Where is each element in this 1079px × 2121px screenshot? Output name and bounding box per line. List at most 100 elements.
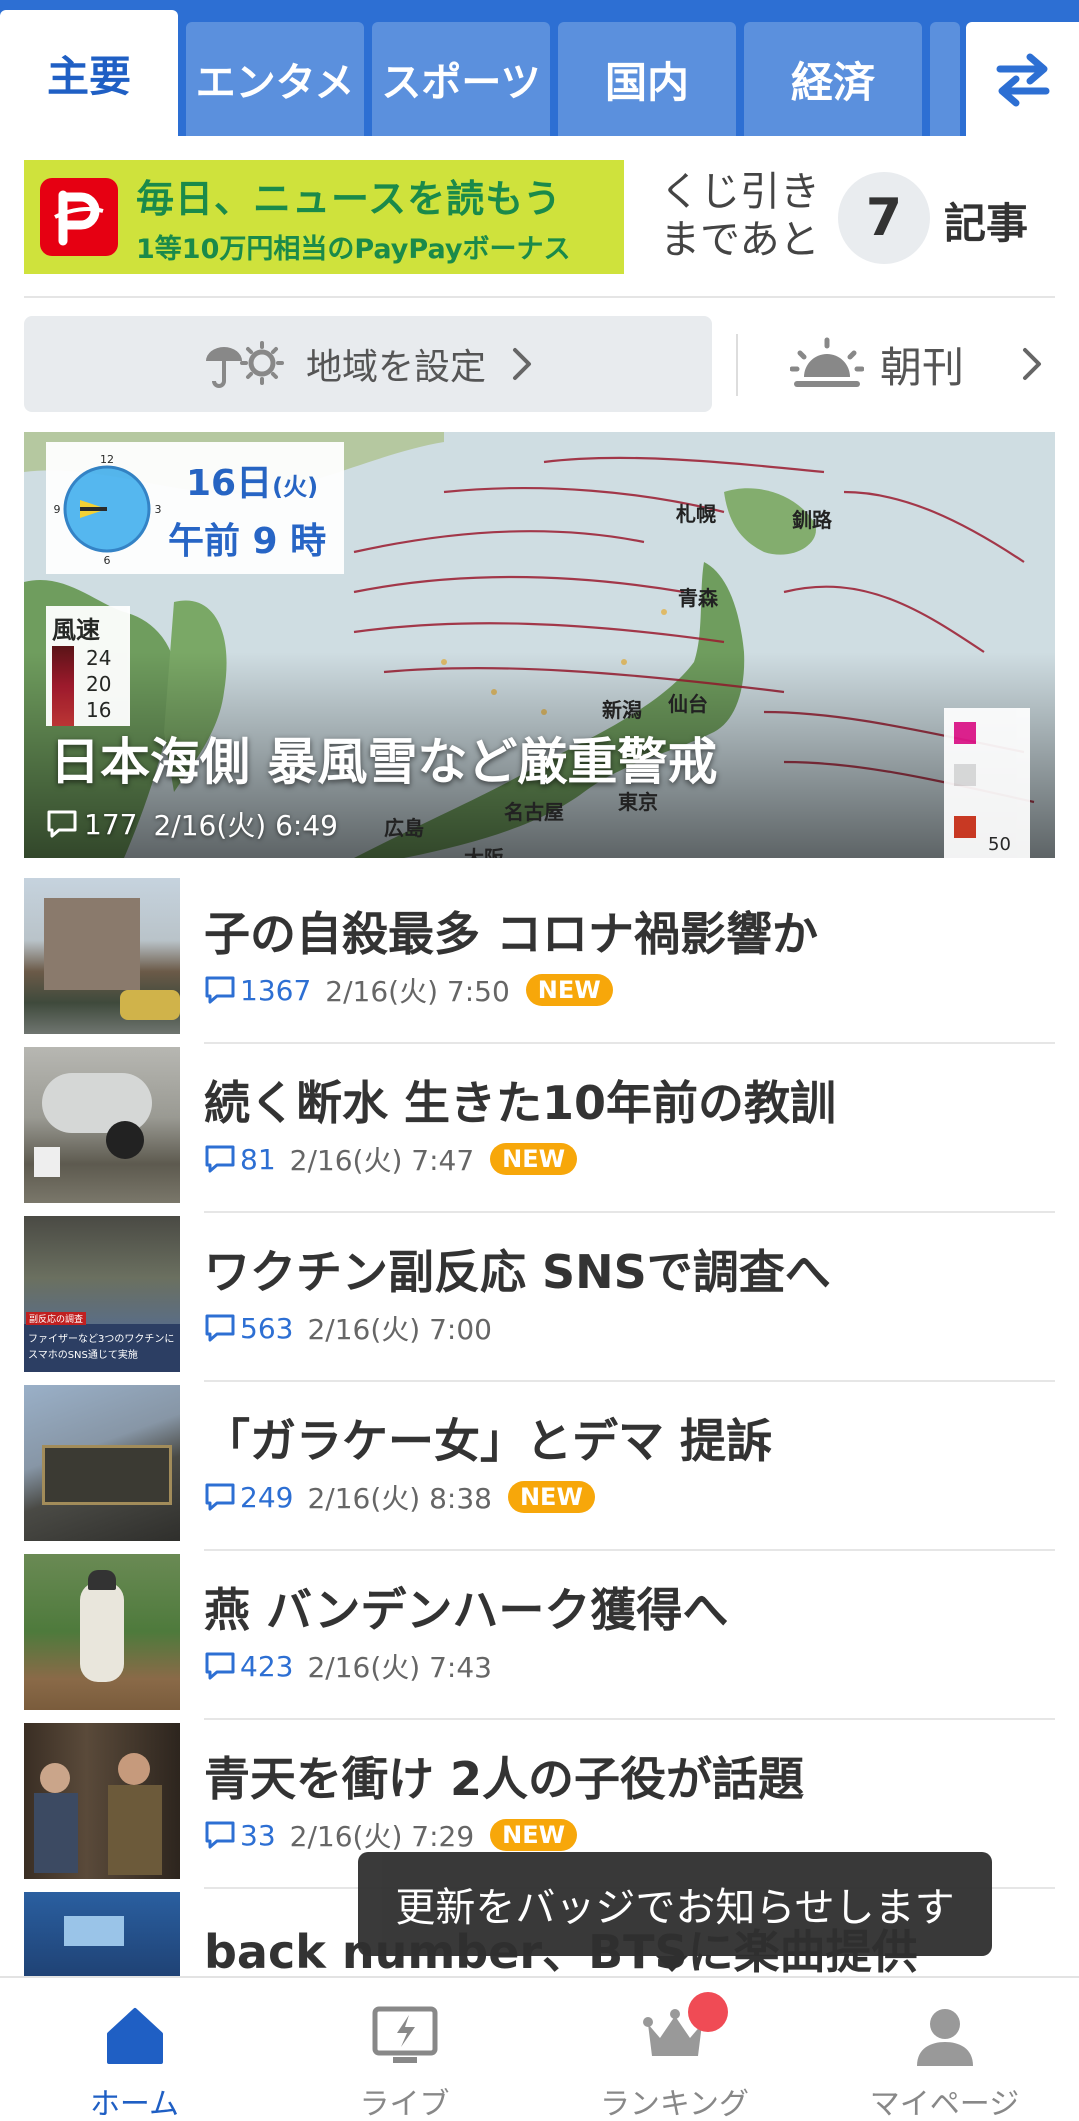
paypay-lottery-banner[interactable]: 毎日、ニュースを読もう 1等10万円相当のPayPayボーナス <box>24 160 624 274</box>
nav-home[interactable]: ホーム <box>0 1978 269 2121</box>
article-time: 2/16(火) 7:29 <box>289 1820 475 1853</box>
divider <box>24 296 1055 298</box>
live-icon <box>372 2006 437 2063</box>
article-meta: 423 2/16(火) 7:43 <box>204 1646 492 1686</box>
article-item[interactable]: 「ガラケー女」とデマ 提訴 249 2/16(火) 8:38 NEW <box>24 1381 1055 1551</box>
map-time: 午前 9 時 <box>168 521 327 562</box>
comment-icon <box>205 1483 235 1511</box>
article-item[interactable]: 副反応の調査 ファイザーなど3つのワクチンに スマホのSNS通じて実施 ワクチン… <box>24 1212 1055 1382</box>
city-label: 新潟 <box>602 698 642 722</box>
city-label: 広島 <box>384 816 424 840</box>
tab-main[interactable]: 主要 <box>0 10 178 136</box>
city-label: 名古屋 <box>504 800 564 824</box>
article-time: 2/16(火) 7:47 <box>289 1144 475 1177</box>
notification-badge <box>687 1992 728 2032</box>
sunrise-icon <box>790 337 864 387</box>
wind-legend: 風速 24 20 16 <box>46 606 130 726</box>
article-thumbnail <box>24 1385 180 1541</box>
wind-legend-value: 16 <box>86 698 112 722</box>
comment-count: 1367 <box>240 973 312 1007</box>
person-icon <box>916 2008 973 2066</box>
weather-icon <box>205 341 284 388</box>
article-time: 2/16(火) 7:43 <box>307 1651 492 1684</box>
city-label: 青森 <box>678 586 718 610</box>
nav-home-label: ホーム <box>89 2087 180 2121</box>
comment-count: 423 <box>240 1649 294 1683</box>
chevron-right-icon <box>513 348 531 380</box>
map-date: 16日 <box>186 463 273 504</box>
wind-legend-title: 風速 <box>52 616 100 644</box>
comment-icon <box>205 1821 235 1849</box>
wind-legend-value: 20 <box>86 672 112 696</box>
map-day: (火) <box>272 473 319 501</box>
hero-title: 日本海側 暴風雪など厳重警戒 <box>50 733 718 791</box>
article-thumbnail <box>24 1554 180 1710</box>
article-meta: 1367 2/16(火) 7:50 NEW <box>204 970 613 1010</box>
lottery-unit: 記事 <box>944 199 1029 248</box>
article-thumbnail <box>24 1047 180 1203</box>
new-badge: NEW <box>507 1481 595 1513</box>
new-badge: NEW <box>525 974 613 1006</box>
article-item[interactable]: 子の自殺最多 コロナ禍影響か 1367 2/16(火) 7:50 NEW <box>24 874 1055 1044</box>
comment-count: 563 <box>240 1311 294 1345</box>
hero-comment-count: 177 <box>84 807 138 841</box>
city-label: 札幌 <box>676 502 716 526</box>
morning-paper-button[interactable]: 朝刊 <box>790 326 1044 402</box>
article-thumbnail <box>24 1892 180 1976</box>
snow-legend-value: 50 <box>988 834 1011 855</box>
set-region-button[interactable]: 地域を設定 <box>24 316 712 412</box>
comment-count: 33 <box>240 1818 276 1852</box>
tooltip-arrow <box>656 1956 688 1972</box>
article-time: 2/16(火) 8:38 <box>307 1482 492 1515</box>
article-thumbnail <box>24 878 180 1034</box>
article-thumbnail: 副反応の調査 ファイザーなど3つのワクチンに スマホのSNS通じて実施 <box>24 1216 180 1372</box>
article-item[interactable]: 続く断水 生きた10年前の教訓 81 2/16(火) 7:47 NEW <box>24 1043 1055 1213</box>
tooltip-text: 更新をバッジでお知らせします <box>395 1885 955 1931</box>
comment-icon <box>205 976 235 1004</box>
tab-domestic[interactable]: 国内 <box>558 22 736 136</box>
region-label: 地域を設定 <box>305 347 486 388</box>
separator <box>736 334 738 396</box>
article-thumbnail <box>24 1723 180 1879</box>
lottery-remaining-text: くじ引き まであと <box>660 169 820 263</box>
morning-paper-label: 朝刊 <box>880 342 965 392</box>
article-time: 2/16(火) 7:00 <box>307 1313 492 1346</box>
thumb-caption: ファイザーなど3つのワクチンに <box>28 1334 175 1345</box>
comment-icon <box>47 810 77 838</box>
hero-meta: 177 2/16(火) 6:49 <box>46 804 338 844</box>
lottery-count: 7 <box>838 172 930 264</box>
article-meta: 81 2/16(火) 7:47 NEW <box>204 1139 578 1179</box>
article-title: 続く断水 生きた10年前の教訓 <box>204 1076 837 1130</box>
comment-icon <box>205 1145 235 1173</box>
tab-economy[interactable]: 経済 <box>744 22 922 136</box>
banner-subline: 1等10万円相当のPayPayボーナス <box>136 234 571 265</box>
clock-number-3: 3 <box>155 503 162 516</box>
thumb-caption: スマホのSNS通じて実施 <box>28 1350 138 1361</box>
article-meta: 33 2/16(火) 7:29 NEW <box>204 1815 578 1855</box>
article-item[interactable]: 燕 バンデンハーク獲得へ 423 2/16(火) 7:43 <box>24 1550 1055 1720</box>
city-label: 仙台 <box>668 692 708 716</box>
clock-number-12: 12 <box>100 454 114 466</box>
thumb-caption: 副反応の調査 <box>26 1312 87 1325</box>
article-meta: 563 2/16(火) 7:00 <box>204 1308 492 1348</box>
hero-time: 2/16(火) 6:49 <box>153 809 338 842</box>
new-badge: NEW <box>490 1819 578 1851</box>
hero-article[interactable]: 12 3 6 9 16日(火) 午前 9 時 風速 24 20 16 札幌 釧路… <box>24 432 1055 858</box>
city-label: 釧路 <box>792 508 832 532</box>
tab-entertainment[interactable]: エンタメ <box>186 22 364 136</box>
tab-sports[interactable]: スポーツ <box>372 22 550 136</box>
tab-next-partial[interactable] <box>930 22 960 136</box>
comment-icon <box>205 1652 235 1680</box>
category-tabbar: 主要 エンタメ スポーツ 国内 経済 <box>0 0 1079 136</box>
article-title: 子の自殺最多 コロナ禍影響か <box>204 907 819 961</box>
wind-legend-value: 24 <box>86 646 112 670</box>
bottom-navigation: ホーム ライブ ランキング マイページ <box>0 1976 1079 2121</box>
nav-mypage[interactable]: マイページ <box>810 1978 1079 2121</box>
article-title: 「ガラケー女」とデマ 提訴 <box>204 1414 773 1468</box>
nav-ranking[interactable]: ランキング <box>540 1978 809 2121</box>
nav-live[interactable]: ライブ <box>270 1978 539 2121</box>
new-badge: NEW <box>490 1143 578 1175</box>
tab-edit-button[interactable] <box>966 22 1079 136</box>
comment-count: 249 <box>240 1480 294 1514</box>
clock-icon: 12 3 6 9 <box>54 454 162 564</box>
